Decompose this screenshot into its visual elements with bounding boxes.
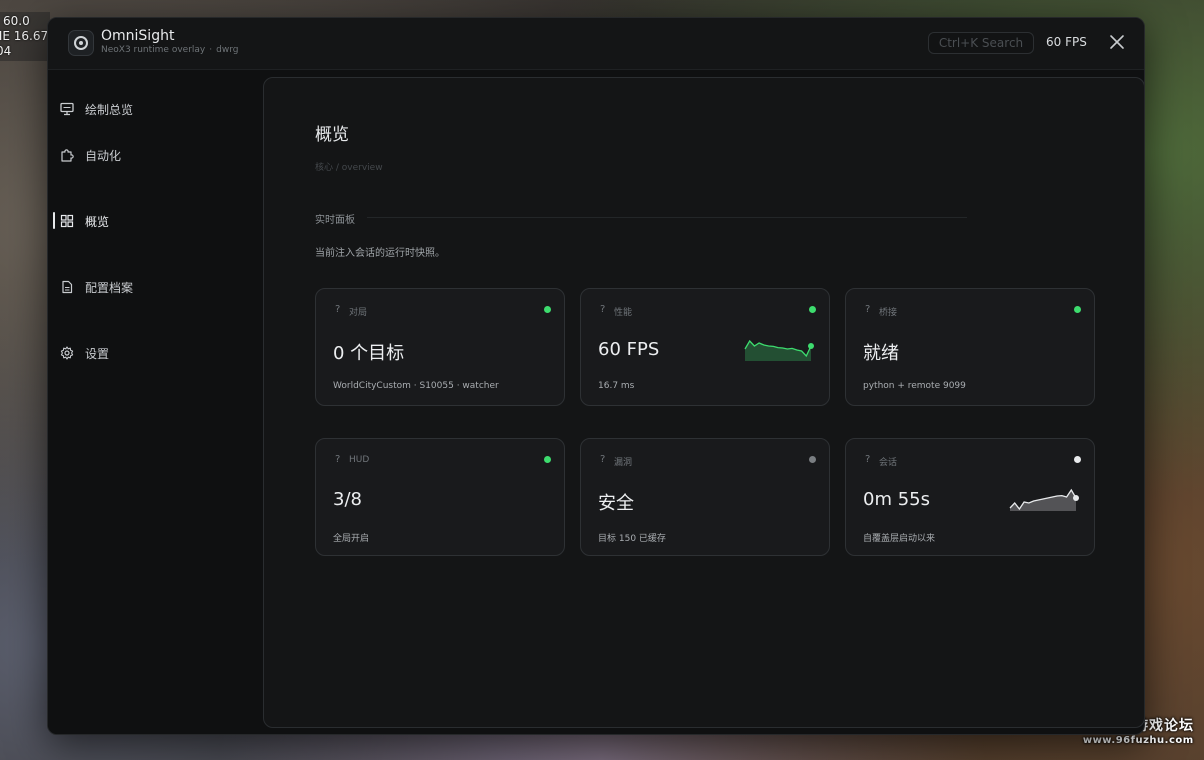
sidebar-item-automation[interactable]: 自动化: [48, 143, 248, 167]
card-label: 会话: [879, 458, 898, 468]
help-icon[interactable]: ?: [865, 454, 870, 465]
help-icon[interactable]: ?: [865, 304, 870, 315]
status-dot: [544, 306, 551, 313]
sidebar-item-overview[interactable]: 概览: [48, 209, 248, 233]
app-name: OmniSight: [101, 28, 175, 44]
app-subtitle-game: dwrg: [216, 45, 239, 55]
file-icon: [59, 279, 75, 295]
card-value: 60 FPS: [598, 339, 660, 360]
status-dot: [809, 456, 816, 463]
stat-card-performance[interactable]: ? 性能 60 FPS 16.7 ms: [580, 288, 830, 406]
help-icon[interactable]: ?: [600, 304, 605, 315]
bg-hud-line: ME 16.67: [0, 29, 49, 43]
card-label: 漏洞: [614, 458, 633, 468]
monitor-icon: [59, 101, 75, 117]
card-subtext: 16.7 ms: [598, 381, 635, 391]
sidebar-item-settings[interactable]: 设置: [48, 341, 248, 365]
fps-sparkline: [744, 339, 814, 361]
stat-card-vulnerability[interactable]: ? 漏洞 安全 目标 150 已缓存: [580, 438, 830, 556]
card-subtext: 全局开启: [333, 534, 370, 544]
card-value: 就绪: [863, 343, 899, 364]
help-icon[interactable]: ?: [335, 304, 340, 315]
background-game-hud: 60.0 ME 16.67 04: [0, 12, 50, 61]
stat-card-hud[interactable]: ? HUD 3/8 全局开启: [315, 438, 565, 556]
card-value: 0m 55s: [863, 489, 930, 510]
fps-badge: 60 FPS: [1046, 35, 1087, 49]
sidebar-item-label: 概览: [85, 214, 110, 229]
omnisight-window: OmniSight NeoX3 runtime overlay · dwrg Ctr…: [47, 17, 1145, 735]
sidebar-item-label: 设置: [85, 346, 110, 361]
bg-hud-line: 04: [0, 44, 12, 58]
sidebar-item-label: 绘制总览: [85, 102, 134, 117]
card-value: 3/8: [333, 489, 362, 510]
sidebar-item-label: 配置档案: [85, 280, 134, 295]
bg-hud-line: 60.0: [3, 14, 30, 28]
status-dot: [1074, 306, 1081, 313]
card-value: 0 个目标: [333, 343, 405, 364]
section-label: 实时面板: [315, 215, 355, 226]
card-subtext: 目标 150 已缓存: [598, 534, 666, 544]
section-divider: [367, 217, 967, 218]
sparkline-endpoint: [808, 343, 814, 349]
app-subtitle-sep: ·: [209, 45, 213, 55]
sidebar: 绘制总览 自动化 概览 配置档案 设置: [48, 70, 262, 734]
status-dot: [544, 456, 551, 463]
title-bar[interactable]: OmniSight NeoX3 runtime overlay · dwrg Ctr…: [48, 18, 1144, 70]
sparkline-endpoint: [1073, 495, 1079, 501]
card-label: 桥接: [879, 308, 898, 318]
grid-icon: [59, 213, 75, 229]
main-panel: 概览 核心 / overview 实时面板 当前注入会话的运行时快照。 ? 对局…: [263, 77, 1144, 728]
stat-card-bridge[interactable]: ? 桥接 就绪 python + remote 9099: [845, 288, 1095, 406]
card-subtext: 自覆盖层启动以来: [863, 534, 936, 544]
card-label: 性能: [614, 308, 633, 318]
help-icon[interactable]: ?: [600, 454, 605, 465]
sidebar-item-profiles[interactable]: 配置档案: [48, 275, 248, 299]
card-label: 对局: [349, 308, 368, 318]
section-description: 当前注入会话的运行时快照。: [315, 248, 445, 259]
breadcrumb: 核心 / overview: [315, 163, 383, 173]
sidebar-item-label: 自动化: [85, 148, 122, 163]
search-shortcut-button[interactable]: Ctrl+K Search: [928, 32, 1034, 54]
gear-icon: [59, 345, 75, 361]
help-icon[interactable]: ?: [335, 454, 340, 465]
app-logo-icon: [68, 30, 94, 56]
status-dot: [809, 306, 816, 313]
app-subtitle: NeoX3 runtime overlay · dwrg: [101, 45, 242, 55]
sidebar-item-draw-overview[interactable]: 绘制总览: [48, 97, 248, 121]
stat-card-session[interactable]: ? 会话 0m 55s 自覆盖层启动以来: [845, 438, 1095, 556]
close-icon: [1110, 35, 1124, 49]
puzzle-icon: [59, 147, 75, 163]
close-button[interactable]: [1108, 33, 1126, 51]
card-subtext: python + remote 9099: [863, 381, 966, 391]
watermark-url: www.96fuzhu.com: [1082, 735, 1194, 746]
card-value: 安全: [598, 493, 634, 514]
stat-card-match[interactable]: ? 对局 0 个目标 WorldCityCustom · S10055 · wa…: [315, 288, 565, 406]
page-title: 概览: [315, 125, 349, 145]
card-label: HUD: [349, 455, 370, 465]
session-sparkline: [1009, 488, 1079, 511]
status-dot: [1074, 456, 1081, 463]
app-subtitle-runtime: NeoX3 runtime overlay: [101, 45, 206, 55]
card-subtext: WorldCityCustom · S10055 · watcher: [333, 381, 499, 391]
